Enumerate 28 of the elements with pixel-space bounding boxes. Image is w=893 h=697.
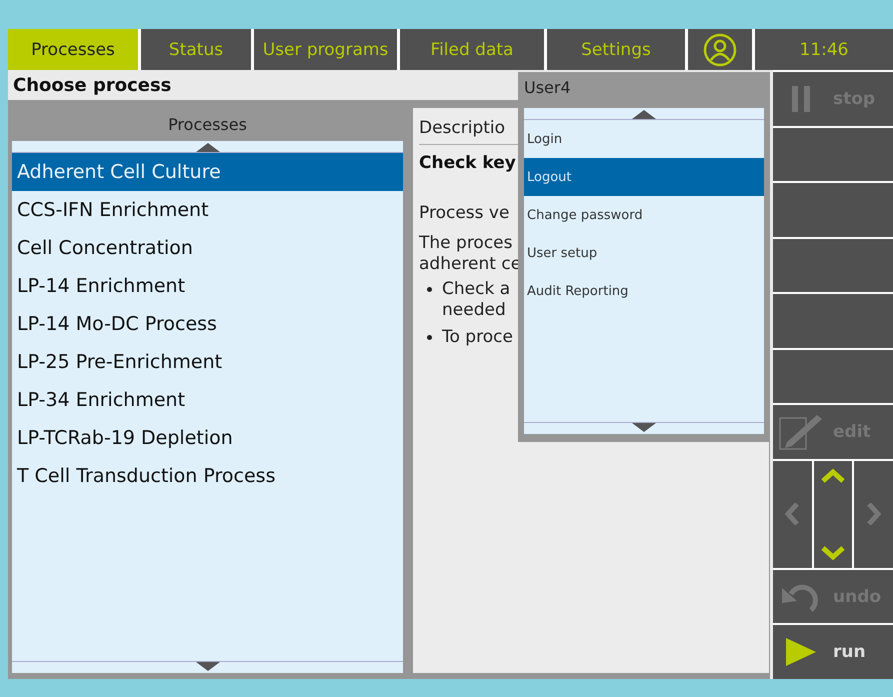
process-version: Process ve bbox=[419, 203, 510, 223]
list-item[interactable]: Adherent Cell Culture bbox=[12, 153, 403, 191]
list-header: Processes bbox=[12, 108, 403, 141]
list-item[interactable]: LP-14 Enrichment bbox=[12, 267, 403, 305]
list-item[interactable]: LP-TCRab-19 Depletion bbox=[12, 419, 403, 457]
menu-item[interactable]: Change password bbox=[524, 196, 764, 234]
tab[interactable]: Processes bbox=[8, 29, 138, 70]
list-item[interactable]: T Cell Transduction Process bbox=[12, 457, 403, 495]
menu-item[interactable]: User setup bbox=[524, 234, 764, 272]
description-title: Check key bbox=[419, 153, 516, 173]
bullet-text: To proce bbox=[442, 327, 513, 348]
page-title: Choose process bbox=[13, 74, 172, 96]
tab[interactable]: Status bbox=[141, 29, 251, 70]
tab[interactable]: User programs bbox=[254, 29, 397, 70]
list-item[interactable]: Cell Concentration bbox=[12, 229, 403, 267]
tab[interactable]: Settings bbox=[547, 29, 685, 70]
run-button[interactable]: run bbox=[773, 625, 893, 680]
list-item[interactable]: LP-14 Mo-DC Process bbox=[12, 305, 403, 343]
menu-item[interactable]: Audit Reporting bbox=[524, 272, 764, 310]
menu-item[interactable]: Logout bbox=[524, 158, 764, 196]
clock: 11:46 bbox=[755, 29, 893, 70]
list-item[interactable]: LP-25 Pre-Enrichment bbox=[12, 343, 403, 381]
list-item[interactable]: CCS-IFN Enrichment bbox=[12, 191, 403, 229]
tab[interactable]: Filed data bbox=[400, 29, 544, 70]
menu-title: User4 bbox=[523, 76, 572, 98]
list-item[interactable]: LP-34 Enrichment bbox=[12, 381, 403, 419]
menu-item[interactable]: Login bbox=[524, 120, 764, 158]
bullet-text: Check a needed bbox=[442, 279, 510, 321]
